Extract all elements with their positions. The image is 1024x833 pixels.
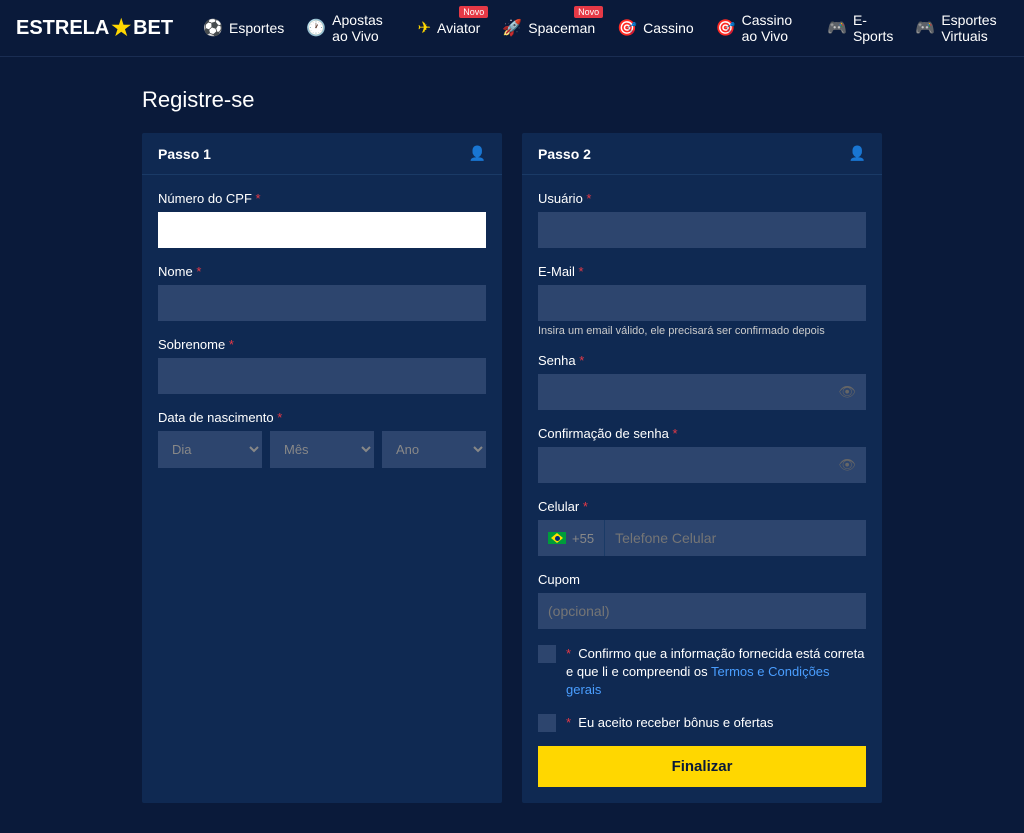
step1-panel: Passo 1 👤 Número do CPF * Nome * xyxy=(142,133,502,803)
email-hint: Insira um email válido, ele precisará se… xyxy=(538,325,866,337)
eye-icon[interactable]: 👁 xyxy=(838,457,856,474)
register-container: Registre-se Passo 1 👤 Número do CPF * No… xyxy=(132,87,892,803)
cpf-label: Número do CPF * xyxy=(158,191,486,206)
bonus-label: * Eu aceito receber bônus e ofertas xyxy=(566,714,773,732)
nav-spaceman[interactable]: 🚀 Spaceman Novo xyxy=(502,18,595,38)
main-header: ESTRELA ★ BET ⚽ Esportes 🕐 Apostas ao Vi… xyxy=(0,0,1024,57)
nav-cassino-vivo[interactable]: 🎯 Cassino ao Vivo xyxy=(716,12,805,44)
cupom-label: Cupom xyxy=(538,572,866,587)
brand-logo[interactable]: ESTRELA ★ BET xyxy=(16,15,173,41)
nome-label: Nome * xyxy=(158,264,486,279)
brand-part2: BET xyxy=(133,17,173,40)
phone-prefix[interactable]: +55 xyxy=(538,520,605,556)
usuario-input[interactable] xyxy=(538,212,866,248)
cpf-input[interactable] xyxy=(158,212,486,248)
main-nav: ⚽ Esportes 🕐 Apostas ao Vivo ✈ Aviator N… xyxy=(203,12,1008,44)
senha-input[interactable] xyxy=(538,374,866,410)
nav-apostas-vivo[interactable]: 🕐 Apostas ao Vivo xyxy=(306,12,395,44)
star-icon: ★ xyxy=(111,15,131,41)
terms-checkbox[interactable] xyxy=(538,645,556,663)
nav-cassino[interactable]: 🎯 Cassino xyxy=(617,18,694,38)
plane-icon: ✈ xyxy=(418,18,431,38)
nav-aviator[interactable]: ✈ Aviator Novo xyxy=(418,18,481,38)
finalizar-button[interactable]: Finalizar xyxy=(538,746,866,787)
nav-esportes[interactable]: ⚽ Esportes xyxy=(203,18,284,38)
esports-icon: 🎮 xyxy=(827,18,847,38)
step1-header: Passo 1 👤 xyxy=(142,133,502,175)
step2-title: Passo 2 xyxy=(538,146,591,162)
chip-icon: 🎯 xyxy=(617,18,637,38)
form-panels: Passo 1 👤 Número do CPF * Nome * xyxy=(142,133,882,803)
nascimento-label: Data de nascimento * xyxy=(158,410,486,425)
brand-part1: ESTRELA xyxy=(16,17,109,40)
nav-virtuais[interactable]: 🎮 Esportes Virtuais xyxy=(915,12,1008,44)
soccer-icon: ⚽ xyxy=(203,18,223,38)
cupom-input[interactable] xyxy=(538,593,866,629)
new-badge: Novo xyxy=(459,6,488,18)
email-label: E-Mail * xyxy=(538,264,866,279)
chip-live-icon: 🎯 xyxy=(716,18,736,38)
user-icon: 👤 xyxy=(849,145,866,162)
sobrenome-label: Sobrenome * xyxy=(158,337,486,352)
celular-label: Celular * xyxy=(538,499,866,514)
conf-senha-label: Confirmação de senha * xyxy=(538,426,866,441)
terms-label: * Confirmo que a informação fornecida es… xyxy=(566,645,866,700)
nome-input[interactable] xyxy=(158,285,486,321)
clock-icon: 🕐 xyxy=(306,18,326,38)
usuario-label: Usuário * xyxy=(538,191,866,206)
dia-select[interactable]: Dia xyxy=(158,431,262,468)
nav-esports[interactable]: 🎮 E-Sports xyxy=(827,12,893,44)
gamepad-icon: 🎮 xyxy=(915,18,935,38)
ano-select[interactable]: Ano xyxy=(382,431,486,468)
new-badge: Novo xyxy=(574,6,603,18)
conf-senha-input[interactable] xyxy=(538,447,866,483)
step2-panel: Passo 2 👤 Usuário * E-Mail * Insira um e… xyxy=(522,133,882,803)
sobrenome-input[interactable] xyxy=(158,358,486,394)
senha-label: Senha * xyxy=(538,353,866,368)
rocket-icon: 🚀 xyxy=(502,18,522,38)
email-input[interactable] xyxy=(538,285,866,321)
step1-title: Passo 1 xyxy=(158,146,211,162)
mes-select[interactable]: Mês xyxy=(270,431,374,468)
brazil-flag-icon xyxy=(548,532,566,544)
step2-header: Passo 2 👤 xyxy=(522,133,882,175)
celular-input[interactable] xyxy=(605,520,866,556)
eye-icon[interactable]: 👁 xyxy=(838,384,856,401)
bonus-checkbox[interactable] xyxy=(538,714,556,732)
page-title: Registre-se xyxy=(142,87,882,113)
user-icon: 👤 xyxy=(469,145,486,162)
